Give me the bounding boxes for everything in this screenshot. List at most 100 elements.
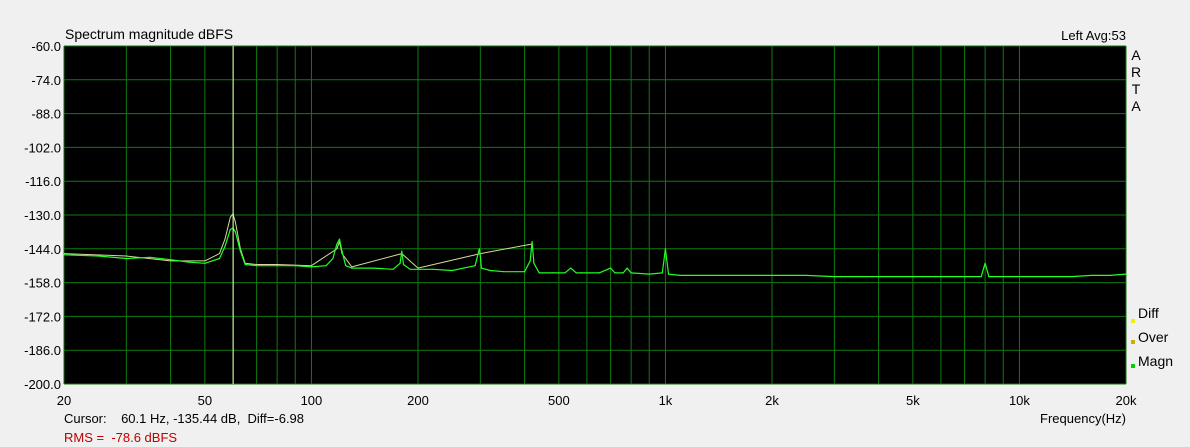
y-tick-label: -74.0 bbox=[31, 73, 61, 88]
series-magn-point bbox=[338, 238, 341, 240]
series-magn-point bbox=[351, 267, 353, 269]
arta-brand: A R T A bbox=[1131, 47, 1141, 114]
legend-label-diff: Diff bbox=[1138, 305, 1159, 321]
y-tick-label: -172.0 bbox=[24, 309, 61, 324]
series-magn-point bbox=[912, 276, 914, 278]
series-magn-point bbox=[310, 266, 312, 268]
brand-letter-a2: A bbox=[1131, 98, 1141, 114]
series-magn-point bbox=[276, 265, 278, 267]
series-magn-point bbox=[598, 272, 600, 274]
series-magn-point bbox=[63, 254, 65, 256]
x-tick-label: 50 bbox=[198, 393, 212, 408]
series-magn-point bbox=[980, 276, 982, 278]
series-magn-point bbox=[336, 243, 338, 245]
series-magn-point bbox=[1018, 276, 1021, 278]
series-magn-point bbox=[1002, 276, 1004, 278]
series-magn-point bbox=[294, 265, 296, 267]
series-magn-point bbox=[575, 272, 577, 274]
spectrum-chart: Spectrum magnitude dBFS Left Avg:53 -60.… bbox=[24, 26, 1173, 445]
series-magn-point bbox=[614, 272, 616, 274]
series-magn-point bbox=[325, 265, 327, 267]
x-tick-label: 200 bbox=[407, 393, 429, 408]
series-magn-point bbox=[451, 269, 453, 272]
series-magn-point bbox=[373, 267, 375, 269]
series-magn-point bbox=[878, 276, 880, 278]
legend: Diff Over Magn bbox=[1131, 305, 1173, 369]
y-axis-ticks: -60.0 -74.0 -88.0 -102.0 -116.0 -130.0 -144.0 -… bbox=[24, 39, 61, 392]
series-magn-point bbox=[1070, 276, 1072, 278]
series-magn-point bbox=[332, 257, 334, 260]
legend-label-magn: Magn bbox=[1138, 353, 1173, 369]
x-tick-label: 500 bbox=[548, 393, 570, 408]
series-magn-point bbox=[432, 268, 434, 270]
series-magn-point bbox=[345, 265, 347, 267]
series-magn-point bbox=[538, 272, 540, 274]
series-magn-point bbox=[401, 250, 403, 252]
series-magn-point bbox=[256, 265, 258, 267]
y-tick-label: -116.0 bbox=[25, 174, 61, 189]
brand-letter-t: T bbox=[1132, 81, 1141, 97]
series-magn-point bbox=[533, 262, 535, 264]
series-magn-point bbox=[940, 276, 942, 278]
x-axis-ticks: 20 50 100 200 500 1k 2k 5k 10k 20k bbox=[57, 393, 1137, 408]
series-magn-point bbox=[125, 257, 127, 260]
y-tick-label: -200.0 bbox=[24, 377, 61, 392]
x-tick-label: 20k bbox=[1116, 393, 1137, 408]
brand-letter-r: R bbox=[1131, 64, 1141, 80]
y-tick-label: -102.0 bbox=[24, 140, 61, 155]
series-magn-point bbox=[564, 272, 566, 274]
series-magn-point bbox=[626, 267, 628, 269]
y-tick-label: -60.0 bbox=[31, 39, 61, 54]
series-magn-point bbox=[204, 262, 206, 264]
series-magn-point bbox=[188, 261, 190, 263]
series-magn-point bbox=[516, 271, 518, 273]
series-magn-point bbox=[833, 276, 835, 278]
series-magn-point bbox=[341, 250, 343, 252]
series-magn-point bbox=[857, 276, 859, 278]
series-magn-point bbox=[229, 228, 231, 231]
series-magn-point bbox=[149, 256, 151, 258]
chart-title: Spectrum magnitude dBFS bbox=[65, 26, 233, 42]
series-magn-point bbox=[239, 250, 241, 252]
series-magn-point bbox=[489, 269, 491, 272]
series-magn-point bbox=[524, 271, 526, 273]
y-tick-label: -144.0 bbox=[24, 242, 61, 257]
x-tick-label: 1k bbox=[659, 393, 673, 408]
y-tick-label: -158.0 bbox=[24, 276, 61, 291]
series-magn-point bbox=[479, 255, 481, 257]
x-tick-label: 5k bbox=[906, 393, 920, 408]
legend-swatch-over bbox=[1131, 340, 1135, 344]
series-magn-point bbox=[224, 245, 226, 247]
series-magn-point bbox=[771, 274, 773, 276]
series-magn-point bbox=[896, 276, 898, 278]
series-magn-point bbox=[529, 260, 531, 262]
series-magn-point bbox=[664, 248, 667, 250]
rms-readout: RMS = -78.6 dBFS bbox=[64, 430, 177, 445]
series-magn-point bbox=[805, 274, 807, 276]
series-magn-point bbox=[97, 255, 99, 257]
series-magn-point bbox=[727, 274, 729, 276]
x-tick-label: 10k bbox=[1009, 393, 1030, 408]
series-magn-point bbox=[1109, 274, 1111, 276]
x-tick-label: 2k bbox=[765, 393, 779, 408]
series-magn-point bbox=[478, 248, 480, 250]
series-magn-point bbox=[480, 267, 482, 269]
series-magn-point bbox=[570, 267, 572, 269]
series-magn-point bbox=[392, 268, 394, 270]
series-magn-point bbox=[1091, 274, 1093, 276]
series-magn-point bbox=[409, 268, 411, 270]
legend-label-over: Over bbox=[1138, 329, 1169, 345]
y-tick-label: -88.0 bbox=[31, 107, 61, 122]
series-magn-point bbox=[552, 272, 554, 274]
cursor-readout: Cursor: 60.1 Hz, -135.44 dB, Diff=-6.98 bbox=[64, 411, 304, 426]
series-magn-point bbox=[630, 272, 632, 274]
series-magn-point bbox=[1125, 273, 1127, 275]
series-magn-point bbox=[622, 272, 624, 274]
series-magn-point bbox=[474, 265, 476, 267]
series-magn-point bbox=[988, 276, 990, 278]
series-magn-point bbox=[610, 267, 612, 269]
y-tick-label: -186.0 bbox=[24, 343, 61, 358]
series-magn-point bbox=[667, 273, 670, 275]
series-magn-point bbox=[244, 263, 246, 266]
series-magn-point bbox=[661, 272, 663, 274]
